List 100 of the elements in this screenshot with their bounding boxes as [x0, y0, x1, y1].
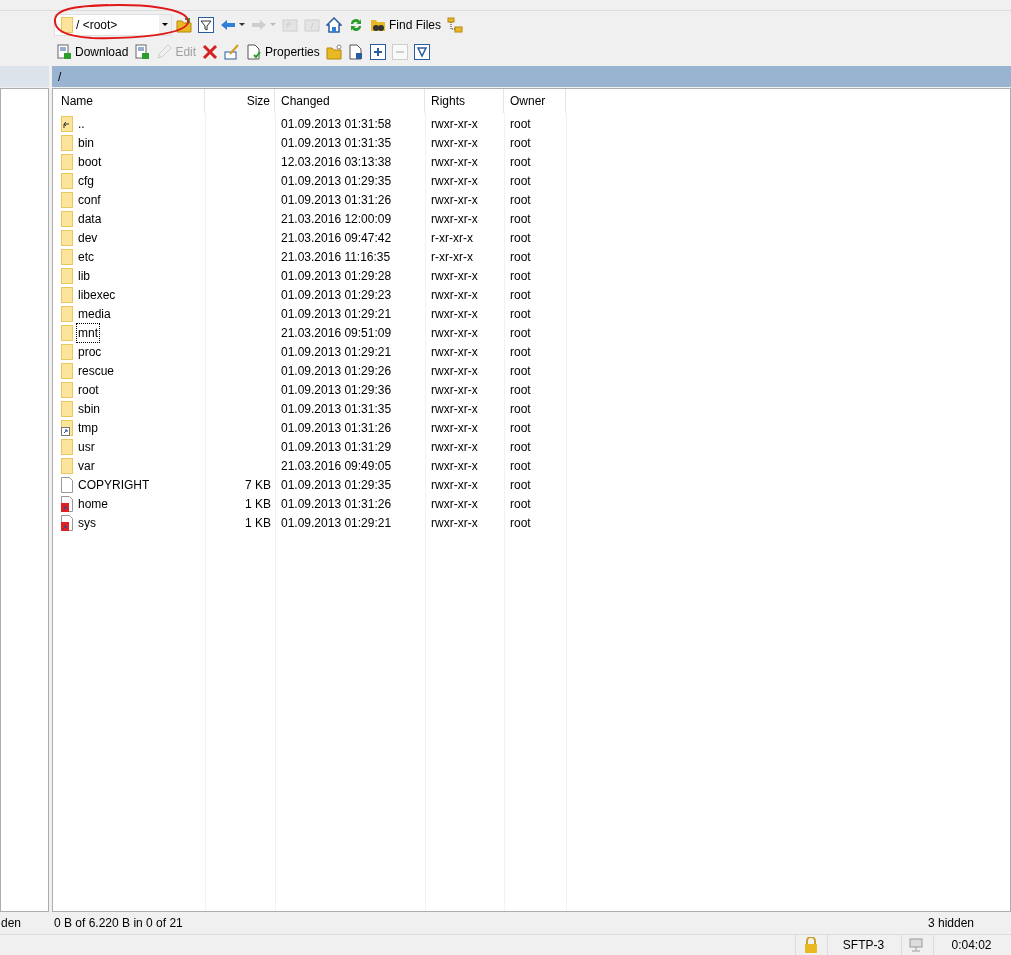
folder-icon	[61, 16, 73, 33]
find-files-button[interactable]: Find Files	[368, 13, 443, 36]
caret-icon	[270, 23, 276, 26]
permissions: rwxr-xr-x	[431, 305, 478, 323]
permissions: rwxr-xr-x	[431, 400, 478, 418]
file-name[interactable]: mnt	[77, 323, 99, 342]
owner-name: root	[510, 191, 531, 209]
file-name[interactable]: usr	[77, 437, 96, 456]
modified-date: 01.09.2013 01:29:21	[281, 514, 392, 532]
folder-icon	[61, 362, 73, 379]
owner-name: root	[510, 210, 531, 228]
modified-date: 21.03.2016 12:00:09	[281, 210, 392, 228]
filter-icon	[413, 43, 430, 60]
file-name[interactable]: bin	[77, 133, 95, 152]
modified-date: 01.09.2013 01:31:35	[281, 134, 392, 152]
home-icon	[326, 16, 342, 33]
download-button[interactable]: Download	[54, 40, 131, 63]
modified-date: 01.09.2013 01:31:58	[281, 115, 392, 133]
owner-name: root	[510, 267, 531, 285]
expand-icon	[369, 43, 386, 60]
folder-icon	[61, 134, 73, 151]
root-folder-icon	[304, 16, 320, 33]
file-name[interactable]: sys	[77, 513, 97, 532]
file-name[interactable]: tmp	[77, 418, 99, 437]
file-name[interactable]: libexec	[77, 285, 117, 304]
file-name[interactable]: proc	[77, 342, 103, 361]
modified-date: 01.09.2013 01:29:23	[281, 286, 392, 304]
column-header[interactable]: Owner	[504, 88, 566, 113]
folder-icon	[61, 191, 73, 208]
folder-icon	[61, 438, 73, 455]
folder-icon	[61, 305, 73, 322]
file-name[interactable]: rescue	[77, 361, 116, 380]
permissions: r-xr-xr-x	[431, 248, 473, 266]
file-name[interactable]: etc	[77, 247, 95, 266]
folder-icon	[61, 324, 73, 341]
file-name[interactable]: var	[77, 456, 96, 475]
owner-name: root	[510, 248, 531, 266]
status-hidden-count: 3 hidden	[927, 915, 975, 932]
file-name[interactable]: boot	[77, 152, 103, 171]
permissions: rwxr-xr-x	[431, 419, 478, 437]
document-icon	[56, 43, 72, 60]
modified-date: 21.03.2016 09:51:09	[281, 324, 392, 342]
permissions: rwxr-xr-x	[431, 343, 478, 361]
permissions: rwxr-xr-x	[431, 210, 478, 228]
permissions: rwxr-xr-x	[431, 476, 478, 494]
modified-date: 21.03.2016 09:49:05	[281, 457, 392, 475]
path-bar: /	[52, 66, 1011, 87]
permissions: rwxr-xr-x	[431, 514, 478, 532]
file-name[interactable]: media	[77, 304, 112, 323]
owner-name: root	[510, 115, 531, 133]
owner-name: root	[510, 153, 531, 171]
modified-date: 01.09.2013 01:29:26	[281, 362, 392, 380]
folder-icon	[61, 172, 73, 189]
document-icon	[134, 43, 151, 60]
folder-icon	[61, 267, 73, 284]
permissions: rwxr-xr-x	[431, 286, 478, 304]
modified-date: 01.09.2013 01:31:26	[281, 191, 392, 209]
folder-icon	[61, 400, 73, 417]
folder-icon	[61, 229, 73, 246]
owner-name: root	[510, 172, 531, 190]
path-dropdown[interactable]: / <root>	[54, 13, 172, 36]
properties-button[interactable]: Properties	[244, 40, 322, 63]
modified-date: 01.09.2013 01:29:21	[281, 343, 392, 361]
file-name[interactable]: COPYRIGHT	[77, 475, 151, 494]
column-header[interactable]: Rights	[425, 88, 504, 113]
file-icon	[61, 476, 73, 493]
caret-icon	[239, 23, 245, 26]
folder-icon	[61, 381, 73, 398]
permissions: rwxr-xr-x	[431, 153, 478, 171]
permissions: rwxr-xr-x	[431, 495, 478, 513]
file-name[interactable]: lib	[77, 266, 91, 285]
file-name[interactable]: dev	[77, 228, 99, 247]
permissions: rwxr-xr-x	[431, 191, 478, 209]
modified-date: 21.03.2016 09:47:42	[281, 229, 392, 247]
modified-date: 01.09.2013 01:29:36	[281, 381, 392, 399]
file-name[interactable]: ..	[77, 114, 86, 133]
column-header[interactable]: Size	[205, 88, 275, 113]
parent-folder-icon	[282, 16, 298, 33]
permissions: rwxr-xr-x	[431, 438, 478, 456]
file-size: 7 KB	[245, 476, 271, 494]
permissions: rwxr-xr-x	[431, 115, 478, 133]
new-folder-icon	[325, 43, 342, 60]
refresh-icon	[348, 16, 364, 33]
file-name[interactable]: data	[77, 209, 103, 228]
file-name[interactable]: conf	[77, 190, 102, 209]
column-header[interactable]: Name	[53, 88, 205, 113]
owner-name: root	[510, 134, 531, 152]
owner-name: root	[510, 286, 531, 304]
file-name[interactable]: cfg	[77, 171, 95, 190]
permissions: r-xr-xr-x	[431, 229, 473, 247]
parent-folder-icon	[61, 115, 73, 132]
owner-name: root	[510, 343, 531, 361]
column-header[interactable]: Changed	[275, 88, 425, 113]
folder-icon	[61, 286, 73, 303]
modified-date: 01.09.2013 01:31:26	[281, 495, 392, 513]
file-name[interactable]: sbin	[77, 399, 101, 418]
permissions: rwxr-xr-x	[431, 267, 478, 285]
modified-date: 01.09.2013 01:29:21	[281, 305, 392, 323]
file-name[interactable]: root	[77, 380, 100, 399]
file-name[interactable]: home	[77, 494, 110, 513]
